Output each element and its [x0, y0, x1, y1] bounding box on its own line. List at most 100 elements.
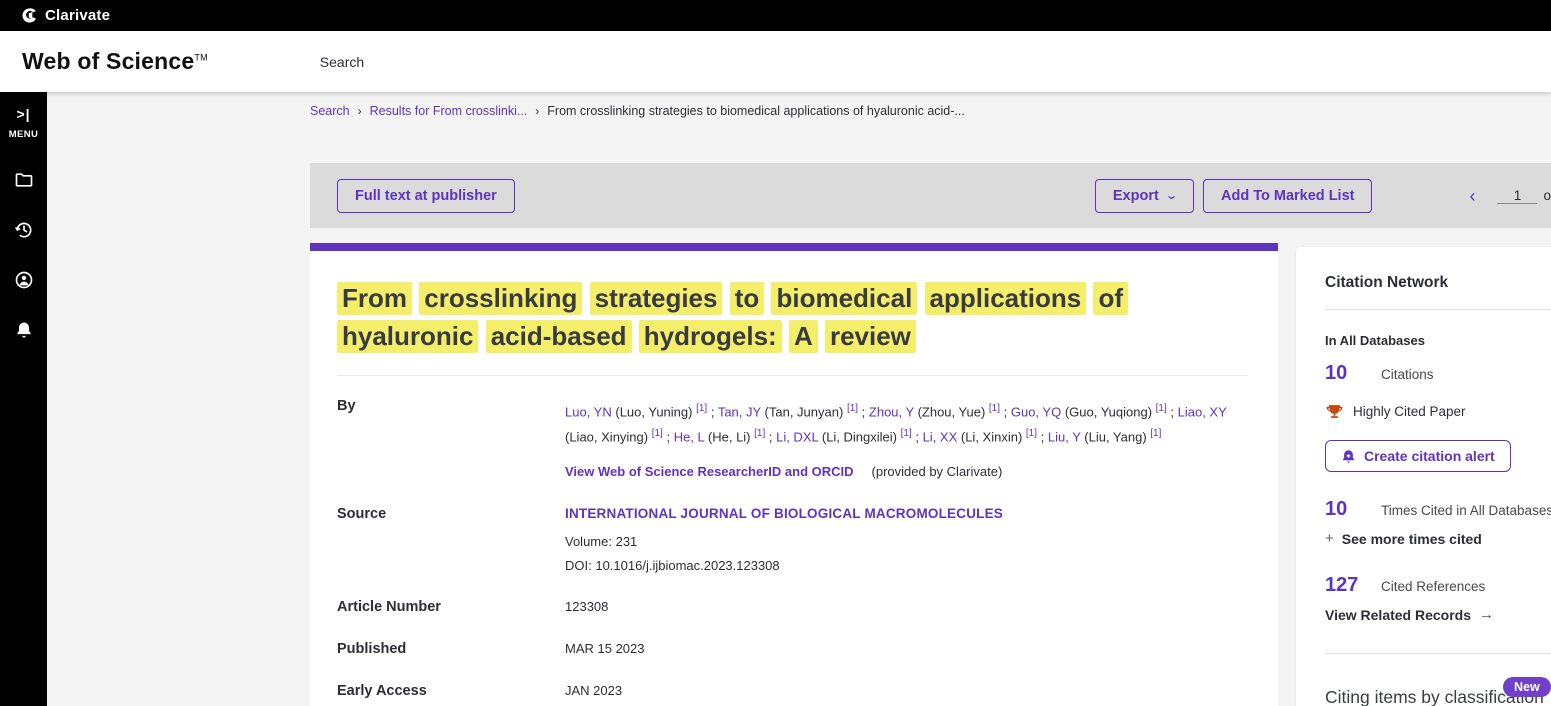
record-number-input[interactable]: [1497, 188, 1537, 204]
trademark-symbol: TM: [194, 52, 207, 62]
author-affiliation-ref[interactable]: [1]: [652, 428, 663, 439]
export-button[interactable]: Export⌄: [1095, 179, 1194, 213]
cited-references-label: Cited References: [1381, 579, 1485, 594]
author-link[interactable]: Liu, Y: [1048, 430, 1081, 445]
clarivate-logo-icon: [21, 7, 38, 24]
by-label: By: [337, 398, 565, 479]
author-link[interactable]: Liao, XY: [1178, 404, 1227, 419]
title-word-highlight: to: [730, 282, 765, 315]
cited-references-row: 127 Cited References: [1325, 574, 1551, 597]
field-row: Article Number123308: [337, 599, 1248, 615]
author-link[interactable]: He, L: [674, 430, 705, 445]
author-separator: ;: [765, 430, 776, 445]
title-word-highlight: A: [789, 320, 818, 353]
author-link[interactable]: Zhou, Y: [869, 404, 914, 419]
author-affiliation-ref[interactable]: [1]: [1150, 428, 1161, 439]
times-cited-count[interactable]: 10: [1325, 498, 1381, 521]
title-word-highlight: of: [1093, 282, 1128, 315]
in-all-databases-label: In All Databases: [1325, 333, 1551, 348]
author-link[interactable]: Guo, YQ: [1011, 404, 1061, 419]
title-word-highlight: biomedical: [771, 282, 917, 315]
panel-divider-2: [1325, 653, 1551, 654]
citations-row: 10 Citations: [1325, 362, 1551, 385]
citations-label: Citations: [1381, 367, 1434, 382]
author-affiliation-ref[interactable]: [1]: [1026, 428, 1037, 439]
breadcrumb: Search›Results for From crosslinki...›Fr…: [310, 104, 965, 118]
account-icon[interactable]: [14, 270, 34, 290]
field-row: PublishedMAR 15 2023: [337, 641, 1248, 657]
record-count-suffix: o: [1543, 188, 1551, 203]
arrow-right-icon: →: [1479, 606, 1494, 623]
by-row: By Luo, YN (Luo, Yuning) [1] ; Tan, JY (…: [337, 398, 1248, 479]
bell-icon[interactable]: [14, 320, 34, 340]
record-pagination: ‹ o: [1469, 187, 1551, 205]
doi-text: DOI: 10.1016/j.ijbiomac.2023.123308: [565, 558, 1248, 573]
researcher-id-link[interactable]: View Web of Science ResearcherID and ORC…: [565, 464, 854, 479]
citing-items-heading: Citing items by classification New: [1325, 687, 1544, 706]
new-badge: New: [1503, 677, 1551, 697]
times-cited-row: 10 Times Cited in All Databases: [1325, 498, 1551, 521]
create-citation-alert-button[interactable]: Create citation alert: [1325, 440, 1511, 472]
view-related-records-link[interactable]: View Related Records →: [1325, 606, 1551, 623]
title-word-highlight: hydrogels:: [639, 320, 782, 353]
title-word-highlight: From: [337, 282, 412, 315]
breadcrumb-item[interactable]: Results for From crosslinki...: [370, 104, 528, 118]
breadcrumb-separator: ›: [358, 104, 362, 118]
title-divider: [337, 375, 1248, 376]
author-separator: ;: [707, 404, 718, 419]
citations-count[interactable]: 10: [1325, 362, 1381, 385]
toolbar: Full text at publisher Export⌄ Add To Ma…: [310, 163, 1551, 228]
author-affiliation-ref[interactable]: [1]: [754, 428, 765, 439]
add-to-marked-list-button[interactable]: Add To Marked List: [1203, 179, 1372, 213]
author-separator: ;: [1167, 404, 1178, 419]
title-word-highlight: acid-based: [486, 320, 632, 353]
author-separator: ;: [663, 430, 674, 445]
author-separator: ;: [1037, 430, 1048, 445]
highly-cited-row: Highly Cited Paper: [1325, 402, 1551, 421]
authors-list: Luo, YN (Luo, Yuning) [1] ; Tan, JY (Tan…: [565, 398, 1248, 449]
author-affiliation-ref[interactable]: [1]: [989, 403, 1000, 414]
nav-tab-search[interactable]: Search: [320, 54, 364, 70]
field-label: Early Access: [337, 683, 565, 699]
clarivate-topbar: Clarivate: [0, 0, 1551, 31]
breadcrumb-item: From crosslinking strategies to biomedic…: [547, 104, 965, 118]
web-of-science-brand: Web of ScienceTM: [22, 48, 208, 75]
source-row: Source INTERNATIONAL JOURNAL OF BIOLOGIC…: [337, 506, 1248, 573]
article-record-card: From crosslinking strategies to biomedic…: [310, 243, 1278, 706]
app-header: Web of ScienceTM Search: [0, 31, 1551, 92]
times-cited-label: Times Cited in All Databases: [1381, 503, 1551, 518]
clarivate-logo: Clarivate: [21, 7, 110, 24]
breadcrumb-item[interactable]: Search: [310, 104, 350, 118]
title-word-highlight: review: [825, 320, 916, 353]
folder-icon[interactable]: [14, 170, 34, 190]
author-affiliation-ref[interactable]: [1]: [1156, 403, 1167, 414]
field-row: Early AccessJAN 2023: [337, 683, 1248, 699]
author-affiliation-ref[interactable]: [1]: [696, 403, 707, 414]
researcher-line: View Web of Science ResearcherID and ORC…: [565, 464, 1248, 479]
author-separator: ;: [858, 404, 869, 419]
history-icon[interactable]: [14, 220, 34, 240]
author-link[interactable]: Luo, YN: [565, 404, 612, 419]
author-affiliation-ref[interactable]: [1]: [901, 428, 912, 439]
source-label: Source: [337, 506, 565, 573]
provided-by-text: (provided by Clarivate): [872, 464, 1003, 479]
previous-record-icon[interactable]: ‹: [1469, 187, 1475, 205]
journal-link[interactable]: INTERNATIONAL JOURNAL OF BIOLOGICAL MACR…: [565, 506, 1248, 521]
field-label: Article Number: [337, 599, 565, 615]
field-value: JAN 2023: [565, 683, 1248, 698]
chevron-down-icon: ⌄: [1165, 189, 1178, 202]
expand-menu-icon[interactable]: >|: [16, 106, 30, 122]
author-separator: ;: [1000, 404, 1011, 419]
cited-references-count[interactable]: 127: [1325, 574, 1381, 597]
highly-cited-label: Highly Cited Paper: [1353, 404, 1466, 419]
alert-bell-icon: [1341, 449, 1356, 464]
volume-text: Volume: 231: [565, 534, 1248, 549]
see-more-times-cited-link[interactable]: + See more times cited: [1325, 530, 1551, 547]
author-link[interactable]: Li, DXL: [776, 430, 818, 445]
field-value: MAR 15 2023: [565, 641, 1248, 656]
field-rows: Article Number123308 PublishedMAR 15 2023…: [337, 599, 1248, 706]
author-link[interactable]: Tan, JY: [718, 404, 761, 419]
author-affiliation-ref[interactable]: [1]: [847, 403, 858, 414]
full-text-button[interactable]: Full text at publisher: [337, 179, 515, 213]
author-link[interactable]: Li, XX: [923, 430, 958, 445]
